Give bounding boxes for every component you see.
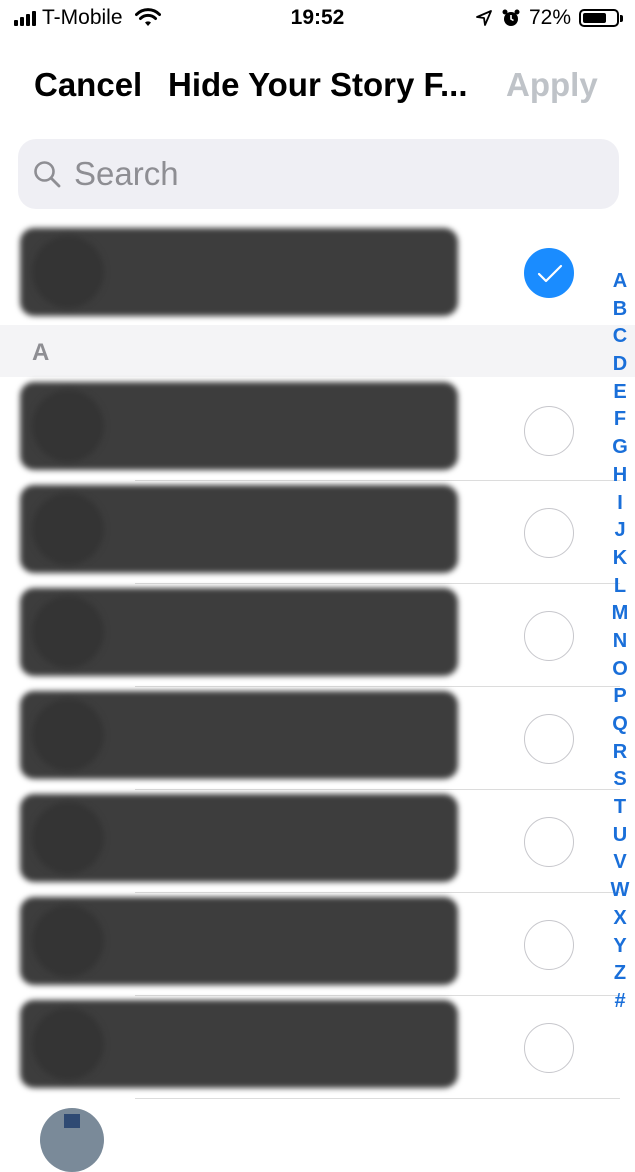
index-letter[interactable]: E [608,379,632,407]
list-item[interactable] [0,790,600,893]
cancel-button[interactable]: Cancel [34,66,142,104]
location-arrow-icon [476,10,492,26]
index-letter[interactable]: J [608,517,632,545]
index-letter[interactable]: T [608,794,632,822]
index-letter[interactable]: C [608,323,632,351]
avatar [32,905,104,977]
index-letter[interactable]: G [608,434,632,462]
avatar[interactable] [40,1108,104,1172]
avatar [32,390,104,462]
row-divider [135,1098,620,1099]
selection-checkbox[interactable] [524,920,574,970]
index-letter[interactable]: Y [608,933,632,961]
index-letter[interactable]: X [608,905,632,933]
index-letter[interactable]: W [608,877,632,905]
section-header-label: A [32,339,50,366]
selection-checkbox[interactable] [524,714,574,764]
index-letter[interactable]: R [608,739,632,767]
list-item[interactable] [0,220,600,323]
list-item[interactable] [0,481,600,584]
index-letter[interactable]: S [608,766,632,794]
index-letter[interactable]: V [608,849,632,877]
index-letter[interactable]: M [608,600,632,628]
apply-button[interactable]: Apply [506,66,598,104]
list-item[interactable] [0,687,600,790]
list-item[interactable] [0,584,600,687]
index-letter[interactable]: F [608,406,632,434]
section-header: A [0,325,635,377]
selection-checkbox[interactable] [524,406,574,456]
selection-checkbox[interactable] [524,248,574,298]
page-title: Hide Your Story F... [168,66,468,103]
status-bar: T-Mobile 19:52 72% [0,0,635,40]
list-item[interactable] [0,378,600,481]
index-letter[interactable]: Z [608,960,632,988]
index-letter[interactable]: L [608,573,632,601]
index-letter[interactable]: B [608,296,632,324]
selection-checkbox[interactable] [524,817,574,867]
search-bar[interactable] [18,139,619,209]
avatar [32,493,104,565]
search-input[interactable] [74,149,574,199]
index-letter[interactable]: Q [608,711,632,739]
search-icon [34,161,61,188]
nav-bar: Cancel Hide Your Story F... Apply [0,58,635,110]
avatar [32,1008,104,1080]
selection-checkbox[interactable] [524,611,574,661]
battery-icon [579,9,623,27]
index-letter[interactable]: D [608,351,632,379]
avatar [32,596,104,668]
index-letter[interactable]: N [608,628,632,656]
alphabet-index[interactable]: A B C D E F G H I J K L M N O P Q R S T U V W X Y Z # [608,268,632,1016]
avatar [32,802,104,874]
avatar [32,236,104,308]
avatar [32,699,104,771]
index-letter[interactable]: K [608,545,632,573]
checkmark-icon [537,264,563,283]
selection-checkbox[interactable] [524,1023,574,1073]
index-letter[interactable]: U [608,822,632,850]
index-letter[interactable]: # [608,988,632,1016]
list-item[interactable] [0,893,600,996]
index-letter[interactable]: H [608,462,632,490]
index-letter[interactable]: O [608,656,632,684]
battery-percent: 72% [528,6,571,29]
alarm-icon [502,9,520,26]
selection-checkbox[interactable] [524,508,574,558]
list-item[interactable] [0,996,600,1099]
index-letter[interactable]: I [608,490,632,518]
index-letter[interactable]: A [608,268,632,296]
index-letter[interactable]: P [608,683,632,711]
